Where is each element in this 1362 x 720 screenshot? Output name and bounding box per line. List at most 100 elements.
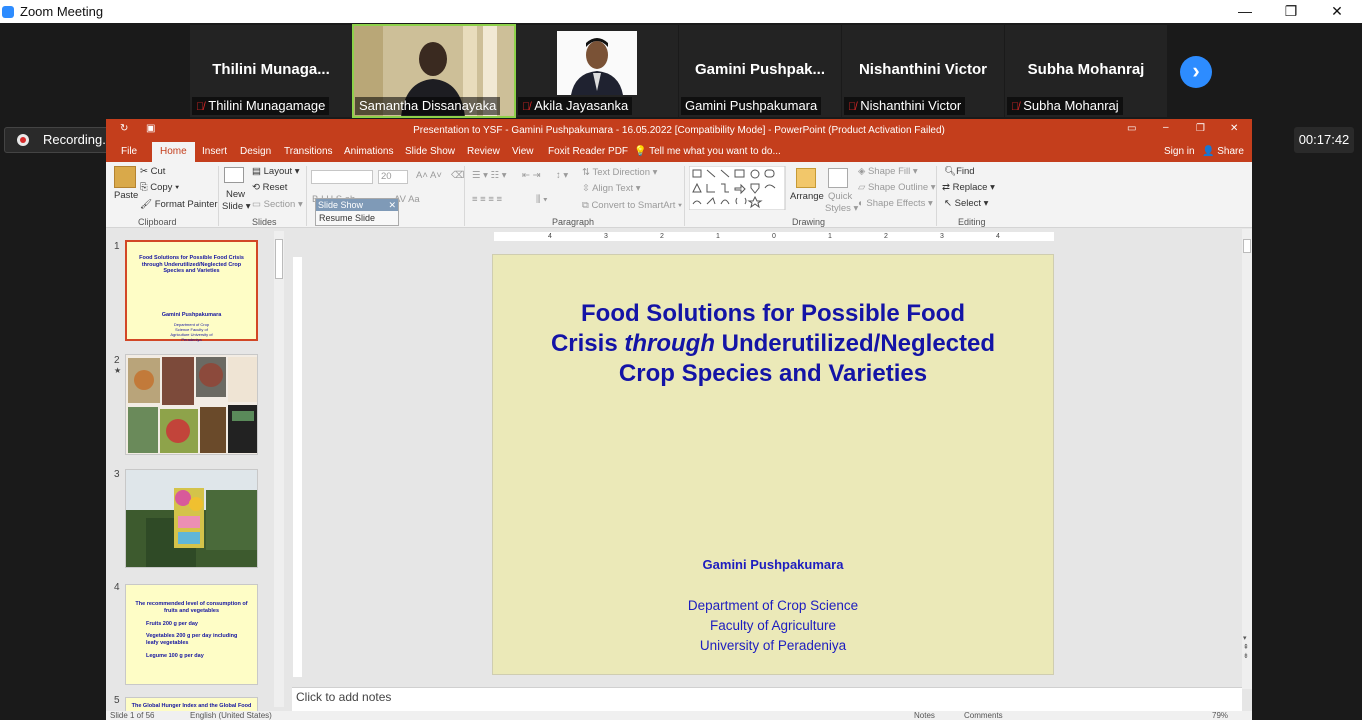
font-size-box[interactable]: 20 [378, 170, 408, 184]
participant-label: Samantha Dissanayaka [355, 97, 501, 115]
comments-toggle[interactable]: Comments [964, 711, 1003, 720]
outline-icon: ▱ [858, 182, 866, 193]
quick-styles-icon [828, 168, 848, 188]
tab-home[interactable]: Home [152, 142, 195, 162]
slide-thumbnail-2[interactable] [125, 354, 258, 455]
slide-thumbnail-1[interactable]: Food Solutions for Possible Food Crisis … [125, 240, 258, 342]
editor-scrollbar[interactable]: ▾ ⇞ ⇟ [1242, 229, 1252, 689]
shape-fill-button[interactable]: ◈ Shape Fill ▾ [858, 166, 918, 177]
bullets-icons[interactable]: ☰ ▾ ☷ ▾ [472, 170, 507, 181]
reset-icon: ⟲ [252, 182, 260, 193]
convert-smartart-button[interactable]: ⧉ Convert to SmartArt ▾ [582, 200, 682, 211]
toolbar-close-icon[interactable]: ✕ [388, 199, 396, 211]
slide-thumbnail-3[interactable] [125, 469, 258, 568]
share-button[interactable]: 👤 Share [1202, 142, 1244, 162]
ruler-tick-label: 4 [996, 233, 1000, 240]
thumb-title: Food Solutions for Possible Food Crisis … [139, 255, 244, 274]
layout-icon: ▤ [252, 166, 261, 177]
prev-next-slide-icons[interactable]: ▾ ⇞ ⇟ [1243, 634, 1249, 661]
restore-button[interactable]: ❐ [1268, 0, 1314, 23]
participant-tile[interactable]: Nishanthini Victor 🎙̸ Nishanthini Victor [842, 25, 1004, 117]
language-status[interactable]: English (United States) [190, 711, 272, 720]
align-text-button[interactable]: ⇳ Align Text ▾ [582, 183, 641, 194]
slide-affiliation-university[interactable]: University of Peradeniya [493, 638, 1053, 653]
paste-icon [114, 166, 136, 188]
ruler-tick-label: 3 [940, 233, 944, 240]
tab-view[interactable]: View [512, 142, 534, 162]
find-icon: 🔍︎ [944, 166, 957, 177]
new-slide-button[interactable]: New [226, 189, 245, 200]
text-direction-button[interactable]: ⇅ Text Direction ▾ [582, 167, 657, 178]
shapes-gallery[interactable] [689, 166, 789, 210]
ribbon-display-icon[interactable]: ▭ [1127, 123, 1136, 134]
group-paragraph: Paragraph [552, 217, 595, 227]
participant-tile[interactable]: Subha Mohanraj 🎙̸ Subha Mohanraj [1005, 25, 1167, 117]
tab-file[interactable]: File [121, 142, 137, 162]
format-painter-button[interactable]: 🖌 Format Painter [140, 199, 218, 210]
line-spacing-icon[interactable]: ↕ ▾ [556, 170, 568, 181]
grow-font-icon[interactable]: A˄ A˅ [416, 170, 442, 181]
group-drawing: Drawing [792, 217, 826, 227]
next-participants-button[interactable]: › [1180, 56, 1212, 88]
ppt-restore-button[interactable]: ❐ [1196, 123, 1205, 134]
current-slide[interactable]: Food Solutions for Possible Food Crisis … [492, 254, 1054, 675]
tab-design[interactable]: Design [240, 142, 271, 162]
muted-mic-icon: 🎙̸ [848, 101, 857, 113]
tab-review[interactable]: Review [467, 142, 500, 162]
slide-thumbnail-4[interactable]: The recommended level of consumption of … [125, 584, 258, 685]
minimize-button[interactable]: — [1222, 0, 1268, 23]
ruler-tick-label: 1 [716, 233, 720, 240]
select-button[interactable]: ↖ Select ▾ [944, 198, 988, 209]
clear-format-icon[interactable]: ⌫ [451, 170, 464, 181]
redo-icon[interactable]: ↻ [120, 123, 128, 134]
layout-button[interactable]: ▤ Layout ▾ [252, 166, 300, 177]
horizontal-ruler: 4 3 2 1 0 1 2 3 4 [494, 232, 1054, 241]
slide-affiliation-department[interactable]: Department of Crop Science [493, 598, 1053, 613]
arrange-button[interactable]: Arrange [790, 191, 824, 202]
shape-outline-button[interactable]: ▱ Shape Outline ▾ [858, 182, 936, 193]
tab-foxit[interactable]: Foxit Reader PDF [548, 142, 628, 162]
align-icons[interactable]: ≡ ≡ ≡ ≡ [472, 194, 502, 205]
slide-author[interactable]: Gamini Pushpakumara [493, 557, 1053, 572]
copy-button[interactable]: ⎘ Copy ▾ [140, 182, 179, 193]
columns-icon[interactable]: ⫼ ▾ [536, 194, 548, 205]
tell-me-search[interactable]: 💡 Tell me what you want to do... [634, 142, 781, 162]
replace-icon: ⇄ [942, 182, 950, 193]
indent-icons[interactable]: ⇤ ⇥ [522, 170, 541, 181]
close-button[interactable]: ✕ [1314, 0, 1360, 23]
replace-button[interactable]: ⇄ Replace ▾ [942, 182, 995, 193]
shape-effects-button[interactable]: ◐ Shape Effects ▾ [858, 198, 933, 209]
paste-button[interactable]: Paste [114, 190, 138, 201]
tab-slide-show[interactable]: Slide Show [405, 142, 455, 162]
notes-pane[interactable]: Click to add notes [292, 687, 1242, 711]
new-slide-icon [224, 167, 244, 183]
sign-in-link[interactable]: Sign in [1164, 142, 1195, 162]
notes-toggle[interactable]: Notes [914, 711, 935, 720]
section-button[interactable]: ▭ Section ▾ [252, 199, 303, 210]
tab-insert[interactable]: Insert [202, 142, 227, 162]
start-presentation-icon[interactable]: ▣ [146, 123, 155, 134]
quick-styles-button[interactable]: Quick [828, 191, 852, 202]
tab-transitions[interactable]: Transitions [284, 142, 333, 162]
slide-title[interactable]: Food Solutions for Possible Food Crisis … [513, 299, 1033, 389]
slide-number: 2 [114, 355, 120, 366]
zoom-level[interactable]: 79% [1212, 711, 1228, 720]
window-title: Zoom Meeting [20, 4, 104, 19]
cut-button[interactable]: ✂ Cut [140, 166, 165, 177]
find-button[interactable]: 🔍︎Find [944, 166, 975, 177]
tab-animations[interactable]: Animations [344, 142, 393, 162]
animation-star-icon: ★ [114, 366, 122, 375]
cursor-icon: ↖ [944, 198, 952, 209]
participant-tile[interactable]: Gamini Pushpak... Gamini Pushpakumara [679, 25, 841, 117]
thumbnail-scrollbar[interactable] [274, 231, 284, 707]
ppt-minimize-button[interactable]: – [1163, 122, 1169, 133]
participant-tile-video[interactable]: Samantha Dissanayaka [352, 24, 516, 118]
slide-number: 4 [114, 582, 120, 593]
font-name-box[interactable] [311, 170, 373, 184]
slide-thumbnails-pane: 1 Food Solutions for Possible Food Crisi… [106, 229, 291, 720]
ppt-close-button[interactable]: ✕ [1230, 123, 1238, 134]
participant-tile-photo[interactable]: 🎙̸ Akila Jayasanka [516, 25, 678, 117]
slide-affiliation-faculty[interactable]: Faculty of Agriculture [493, 618, 1053, 633]
reset-button[interactable]: ⟲ Reset [252, 182, 287, 193]
participant-tile[interactable]: Thilini Munaga... 🎙̸ Thilini Munagamage [190, 25, 352, 117]
